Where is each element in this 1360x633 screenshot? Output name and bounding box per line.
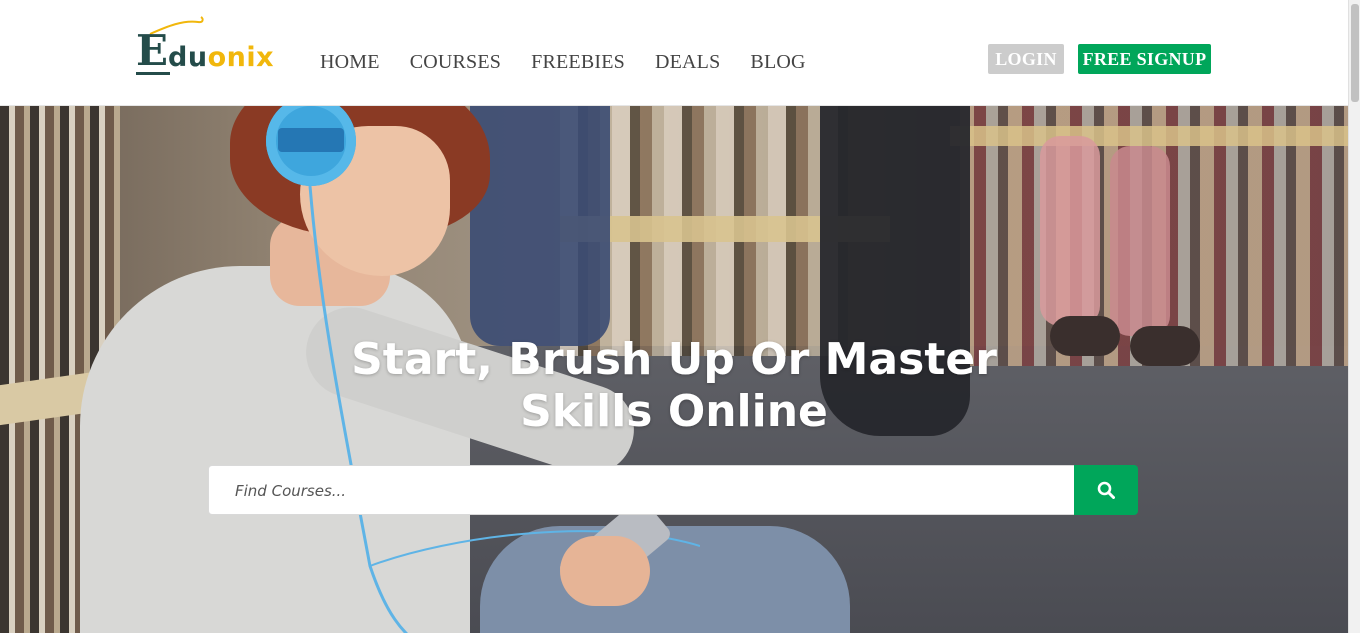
hero-person-pink-leg-right <box>1110 146 1170 336</box>
login-button[interactable]: LOGIN <box>988 44 1064 74</box>
logo-onix: onix <box>207 42 275 73</box>
search-icon <box>1097 481 1115 499</box>
course-search-bar <box>208 465 1138 516</box>
search-input[interactable] <box>233 466 1077 516</box>
nav-deals[interactable]: DEALS <box>655 48 720 76</box>
nav-freebies[interactable]: FREEBIES <box>531 48 625 76</box>
hero-title: Start, Brush Up Or Master Skills Online <box>0 334 1348 438</box>
search-button[interactable] <box>1074 465 1138 515</box>
site-header: E duonix HOME COURSES FREEBIES DEALS BLO… <box>0 0 1348 106</box>
scrollbar-thumb[interactable] <box>1351 4 1359 102</box>
logo-du: du <box>168 42 208 73</box>
logo-wordmark: duonix <box>168 42 274 74</box>
nav-blog[interactable]: BLOG <box>750 48 805 76</box>
search-input-wrapper <box>208 465 1077 516</box>
logo-underline <box>136 72 170 75</box>
nav-courses[interactable]: COURSES <box>410 48 501 76</box>
nav-home[interactable]: HOME <box>320 48 380 76</box>
eduonix-logo[interactable]: E duonix <box>136 16 278 76</box>
headphone-band <box>278 128 344 152</box>
free-signup-button[interactable]: FREE SIGNUP <box>1078 44 1211 74</box>
hero-title-line-2: Skills Online <box>520 386 828 437</box>
hero-hand <box>560 536 650 606</box>
hero-title-line-1: Start, Brush Up Or Master <box>351 334 997 385</box>
hero-shelf-plank-right <box>950 126 1348 146</box>
page-scrollbar[interactable] <box>1348 0 1360 633</box>
hero-person-pink-leg-left <box>1040 136 1100 326</box>
page: E duonix HOME COURSES FREEBIES DEALS BLO… <box>0 0 1360 633</box>
hero-banner: Start, Brush Up Or Master Skills Online <box>0 106 1348 633</box>
main-nav: HOME COURSES FREEBIES DEALS BLOG <box>320 48 836 76</box>
logo-letter-e: E <box>136 26 169 75</box>
